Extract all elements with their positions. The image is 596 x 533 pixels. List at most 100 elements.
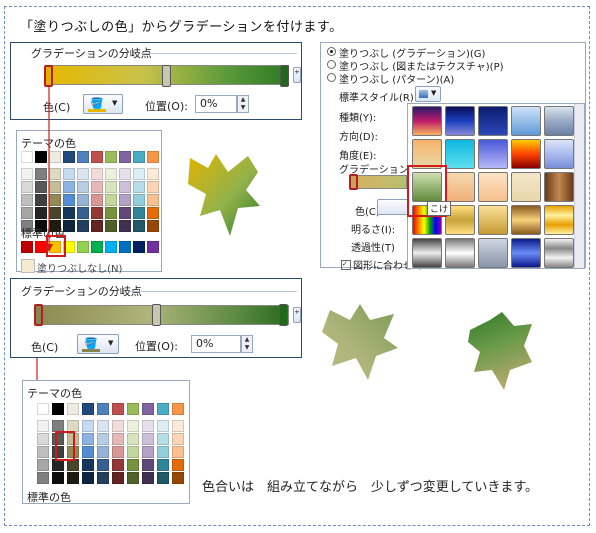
theme-swatch-b-9-3[interactable] xyxy=(172,446,184,458)
preset-gradient-8[interactable] xyxy=(511,139,541,169)
leaf-image-3 xyxy=(468,312,532,390)
theme-swatch-b-0-0[interactable] xyxy=(37,403,49,415)
theme-swatch-b-1-5[interactable] xyxy=(52,472,64,484)
preset-dropdown[interactable]: ▼ xyxy=(415,86,441,102)
preset-gradient-17[interactable] xyxy=(478,205,508,235)
preset-gradient-4[interactable] xyxy=(544,106,574,136)
gradient-stop-0-b[interactable] xyxy=(34,304,43,326)
leaf-image-1 xyxy=(188,154,260,236)
theme-swatch-b-1-0[interactable] xyxy=(52,403,64,415)
theme-swatch-b-3-4[interactable] xyxy=(82,459,94,471)
preset-gradient-19[interactable] xyxy=(544,205,574,235)
preset-label: 標準スタイル(R): xyxy=(339,93,418,104)
position-spinner-3[interactable]: ▲ ▼ xyxy=(241,335,253,353)
theme-swatch-b-9-1[interactable] xyxy=(172,420,184,432)
preset-gradient-7[interactable] xyxy=(478,139,508,169)
mini-stop[interactable] xyxy=(349,174,358,190)
theme-swatch-b-7-2[interactable] xyxy=(142,433,154,445)
theme-swatch-b-6-5[interactable] xyxy=(127,472,139,484)
theme-swatch-b-6-4[interactable] xyxy=(127,459,139,471)
theme-swatch-b-0-5[interactable] xyxy=(37,472,49,484)
gradient-stop-1-b[interactable] xyxy=(152,304,161,326)
theme-swatch-b-9-0[interactable] xyxy=(172,403,184,415)
mini-gradient-bar[interactable] xyxy=(351,175,407,189)
gradient-bar-2[interactable] xyxy=(35,305,289,325)
preset-gradient-1[interactable] xyxy=(445,106,475,136)
theme-swatch-b-5-3[interactable] xyxy=(112,446,124,458)
position-input-3[interactable]: 0% xyxy=(191,335,241,353)
theme-swatch-b-8-0[interactable] xyxy=(157,403,169,415)
theme-swatch-b-4-3[interactable] xyxy=(97,446,109,458)
theme-swatch-b-2-5[interactable] xyxy=(67,472,79,484)
preset-gradient-24[interactable] xyxy=(544,238,574,268)
preset-gradient-2[interactable] xyxy=(478,106,508,136)
preset-gradient-6[interactable] xyxy=(445,139,475,169)
theme-swatch-b-0-3[interactable] xyxy=(37,446,49,458)
add-stop-button-2[interactable]: + xyxy=(293,307,301,323)
theme-swatch-b-3-0[interactable] xyxy=(82,403,94,415)
theme-swatch-b-7-1[interactable] xyxy=(142,420,154,432)
radio-picture-fill[interactable] xyxy=(327,60,336,69)
theme-swatch-b-4-5[interactable] xyxy=(97,472,109,484)
theme-swatch-b-2-0[interactable] xyxy=(67,403,79,415)
theme-swatch-b-5-4[interactable] xyxy=(112,459,124,471)
selected-olive-highlight xyxy=(55,431,75,461)
theme-swatch-b-6-3[interactable] xyxy=(127,446,139,458)
brightness-label: 明るさ(I): xyxy=(351,225,396,236)
theme-swatch-b-5-1[interactable] xyxy=(112,420,124,432)
theme-swatch-b-0-4[interactable] xyxy=(37,459,49,471)
standard-colors-title-2: 標準の色 xyxy=(27,491,71,504)
theme-swatch-b-4-4[interactable] xyxy=(97,459,109,471)
theme-swatch-b-0-1[interactable] xyxy=(37,420,49,432)
theme-swatch-b-8-3[interactable] xyxy=(157,446,169,458)
rotate-checkbox[interactable]: ✓ xyxy=(341,260,351,270)
theme-swatch-b-8-5[interactable] xyxy=(157,472,169,484)
fill-color-button-3[interactable]: 🪣 ▼ xyxy=(77,334,119,354)
preset-gradient-11[interactable] xyxy=(445,172,475,202)
gallery-scrollbar[interactable] xyxy=(574,104,584,268)
theme-swatch-b-9-4[interactable] xyxy=(172,459,184,471)
theme-swatch-b-4-2[interactable] xyxy=(97,433,109,445)
preset-gradient-18[interactable] xyxy=(511,205,541,235)
theme-swatch-b-7-4[interactable] xyxy=(142,459,154,471)
gradient-stops-title-2: グラデーションの分岐点 xyxy=(21,285,142,298)
theme-swatch-b-5-5[interactable] xyxy=(112,472,124,484)
fill-color-button-2[interactable] xyxy=(377,199,409,215)
theme-swatch-b-8-2[interactable] xyxy=(157,433,169,445)
preset-swatch xyxy=(419,90,428,98)
theme-swatch-b-3-3[interactable] xyxy=(82,446,94,458)
preset-gradient-0[interactable] xyxy=(412,106,442,136)
preset-gradient-22[interactable] xyxy=(478,238,508,268)
theme-swatch-b-5-0[interactable] xyxy=(112,403,124,415)
theme-swatch-b-8-1[interactable] xyxy=(157,420,169,432)
preset-gradient-20[interactable] xyxy=(412,238,442,268)
preset-gradient-9[interactable] xyxy=(544,139,574,169)
theme-swatch-b-3-5[interactable] xyxy=(82,472,94,484)
theme-swatch-b-0-2[interactable] xyxy=(37,433,49,445)
theme-swatch-b-4-0[interactable] xyxy=(97,403,109,415)
theme-swatch-b-6-1[interactable] xyxy=(127,420,139,432)
caption: 色合いは 組み立てながら 少しずつ変更していきます。 xyxy=(202,480,539,495)
theme-swatch-b-6-0[interactable] xyxy=(127,403,139,415)
radio-pattern-fill[interactable] xyxy=(327,73,336,82)
preset-gradient-23[interactable] xyxy=(511,238,541,268)
preset-gradient-21[interactable] xyxy=(445,238,475,268)
radio-gradient-fill[interactable] xyxy=(327,47,336,56)
theme-swatch-b-3-2[interactable] xyxy=(82,433,94,445)
theme-swatch-b-7-3[interactable] xyxy=(142,446,154,458)
theme-swatch-b-3-1[interactable] xyxy=(82,420,94,432)
theme-swatch-b-8-4[interactable] xyxy=(157,459,169,471)
preset-gradient-14[interactable] xyxy=(544,172,574,202)
theme-swatch-b-6-2[interactable] xyxy=(127,433,139,445)
theme-swatch-b-5-2[interactable] xyxy=(112,433,124,445)
type-label: 種類(Y): xyxy=(339,113,377,124)
theme-swatch-b-7-0[interactable] xyxy=(142,403,154,415)
preset-gradient-3[interactable] xyxy=(511,106,541,136)
preset-gradient-12[interactable] xyxy=(478,172,508,202)
theme-swatch-b-9-2[interactable] xyxy=(172,433,184,445)
preset-gradient-13[interactable] xyxy=(511,172,541,202)
theme-swatch-b-9-5[interactable] xyxy=(172,472,184,484)
theme-swatch-b-7-5[interactable] xyxy=(142,472,154,484)
theme-swatch-b-4-1[interactable] xyxy=(97,420,109,432)
gradient-stop-2-b[interactable] xyxy=(279,304,288,326)
